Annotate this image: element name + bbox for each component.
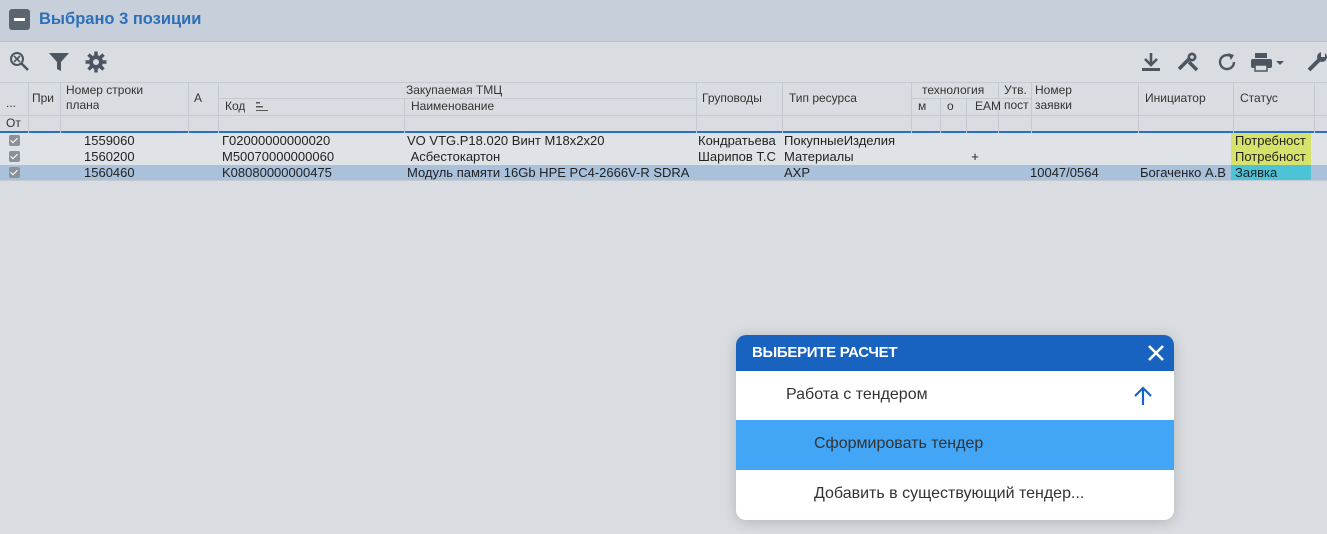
row-checkbox[interactable] (9, 151, 20, 162)
refresh-icon[interactable] (1215, 50, 1239, 74)
col-a-header[interactable]: А (194, 91, 202, 105)
filter-icon[interactable] (47, 50, 71, 74)
tools-icon[interactable] (1176, 50, 1200, 74)
cell-group (698, 165, 780, 181)
cell-init (1140, 133, 1232, 149)
col-line-header[interactable]: Номер строки (66, 83, 143, 97)
table-row[interactable]: 1560200 M50070000000060 Асбестокартон Ша… (0, 149, 1327, 165)
status-badge: Заявка (1231, 165, 1311, 181)
wrench-icon[interactable] (1305, 50, 1327, 74)
grid-border (0, 82, 1327, 83)
table-row-selected[interactable]: 1560460 K08080000000475 Модуль памяти 16… (0, 165, 1327, 181)
selection-header: Выбрано 3 позиции (0, 0, 1327, 42)
dialog-header: ВЫБЕРИТЕ РАСЧЕТ (736, 335, 1174, 371)
col-tech-o-header[interactable]: о (947, 99, 954, 113)
row-checkbox[interactable] (9, 135, 20, 146)
col-appr-header-2: пост (1004, 98, 1029, 112)
choose-calculation-dialog: ВЫБЕРИТЕ РАСЧЕТ Работа с тендером Сформи… (736, 335, 1174, 520)
cell-req (1030, 149, 1136, 165)
cell-eam: + (971, 149, 979, 164)
col-req-header-2: заявки (1035, 98, 1073, 112)
col-select-sub: От (6, 116, 21, 130)
col-tech-eam-header[interactable]: EAM (975, 99, 1001, 113)
col-req-header[interactable]: Номер (1035, 83, 1072, 97)
col-group-header[interactable]: Груповоды (702, 91, 762, 105)
grid-border (0, 115, 1327, 116)
download-icon[interactable] (1139, 50, 1163, 74)
col-line-header-2: плана (66, 98, 100, 112)
col-appr-header[interactable]: Утв. (1004, 83, 1027, 97)
cell-line: 1559060 (84, 133, 135, 148)
col-pri-header[interactable]: При (32, 91, 60, 105)
collapse-icon[interactable] (9, 9, 30, 30)
col-tech-m-header[interactable]: м (918, 99, 926, 113)
dialog-title: ВЫБЕРИТЕ РАСЧЕТ (752, 344, 898, 361)
cell-type: АХР (784, 165, 811, 180)
cell-code: M50070000000060 (222, 149, 335, 164)
col-code-header[interactable]: Код (225, 99, 245, 113)
close-icon[interactable] (1145, 342, 1167, 364)
cell-group: Кондратьева (698, 133, 776, 148)
col-name-header[interactable]: Наименование (411, 99, 494, 113)
print-icon[interactable] (1250, 50, 1286, 74)
gear-icon[interactable] (84, 50, 108, 74)
col-status-header[interactable]: Статус (1240, 91, 1278, 105)
cell-name: Асбестокартон (407, 149, 501, 164)
grid-border (0, 180, 1327, 181)
cell-code: Г02000000000020 (222, 133, 331, 148)
cell-group: Шарипов Т.С (698, 149, 776, 164)
sort-icon[interactable] (256, 101, 270, 111)
cell-code: K08080000000475 (222, 165, 332, 180)
cell-type: Материалы (784, 149, 854, 164)
status-badge: Потребност (1231, 149, 1311, 165)
col-tmc-header: Закупаемая ТМЦ (406, 83, 503, 97)
menu-group-tender[interactable]: Работа с тендером (736, 371, 1174, 421)
cell-line: 1560460 (84, 165, 135, 180)
cell-eam (970, 133, 996, 149)
menu-item-label: Добавить в существующий тендер... (814, 485, 1085, 502)
menu-group-label: Работа с тендером (786, 386, 928, 403)
cell-req: 10047/0564 (1030, 165, 1099, 180)
arrow-up-icon[interactable] (1132, 385, 1154, 407)
col-type-header[interactable]: Тип ресурса (789, 91, 857, 105)
menu-item-add-to-tender[interactable]: Добавить в существующий тендер... (736, 470, 1174, 520)
table-row[interactable]: 1559060 Г02000000000020 VO VTG.P18.020 В… (0, 133, 1327, 149)
page-title: Выбрано 3 позиции (39, 10, 202, 28)
menu-item-create-tender[interactable]: Сформировать тендер (736, 420, 1174, 470)
cell-init (1140, 149, 1232, 165)
cell-line: 1560200 (84, 149, 135, 164)
col-tech-header: технология (922, 83, 985, 97)
cell-req (1030, 133, 1136, 149)
col-select-header[interactable]: ... (6, 96, 16, 110)
cell-init: Богаченко А.В (1140, 165, 1226, 180)
cell-name: Модуль памяти 16Gb HPE PC4-2666V-R SDRA (407, 165, 690, 180)
status-badge: Потребност (1231, 133, 1311, 149)
grid-toolbar (0, 43, 1327, 82)
col-init-header[interactable]: Инициатор (1145, 91, 1206, 105)
menu-item-label: Сформировать тендер (814, 435, 984, 452)
cell-type: ПокупныеИзделия (784, 133, 895, 148)
cell-name: VO VTG.P18.020 Винт M18x2x20 (407, 133, 605, 148)
zoom-out-icon[interactable] (8, 50, 32, 74)
cell-eam (970, 165, 996, 181)
row-checkbox[interactable] (9, 167, 20, 178)
